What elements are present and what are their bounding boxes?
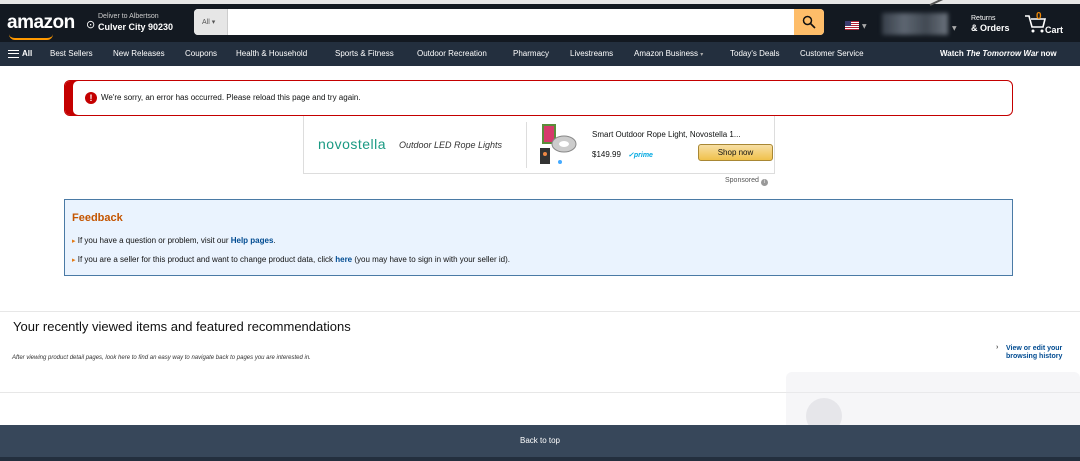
- orders-label: & Orders: [971, 23, 1010, 33]
- us-flag-icon[interactable]: [845, 21, 859, 30]
- business-caret-icon: ▾: [700, 52, 704, 58]
- nav-promo[interactable]: Watch The Tomorrow War now: [940, 49, 1057, 58]
- feedback-line-help: ▸ If you have a question or problem, vis…: [72, 236, 276, 245]
- nav-item-coupons[interactable]: Coupons: [185, 49, 217, 58]
- account-menu-blurred[interactable]: [882, 13, 948, 35]
- feedback-box: Feedback ▸ If you have a question or pro…: [64, 199, 1013, 276]
- cart-button[interactable]: 0 Cart: [1024, 11, 1063, 38]
- deliver-location: Culver City 90230: [98, 22, 174, 32]
- nav-item-best-sellers[interactable]: Best Sellers: [50, 49, 93, 58]
- cart-label: Cart: [1045, 25, 1064, 35]
- brand-logo[interactable]: novostella: [318, 136, 386, 152]
- top-nav: amazon ⊙ Deliver to Albertson Culver Cit…: [0, 0, 1080, 42]
- ad-divider: [526, 122, 527, 168]
- search-icon: [802, 15, 816, 29]
- ad-tagline: Outdoor LED Rope Lights: [399, 140, 503, 150]
- nav-item-outdoor[interactable]: Outdoor Recreation: [417, 49, 487, 58]
- nav-all[interactable]: All: [22, 49, 32, 58]
- search-bar: All ▾: [194, 9, 824, 35]
- hamburger-menu-icon[interactable]: [8, 50, 19, 58]
- ad-product-title[interactable]: Smart Outdoor Rope Light, Novostella 1..…: [592, 130, 741, 139]
- browsing-history-link[interactable]: View or edit your browsing history: [996, 344, 1066, 361]
- prime-badge: ✓prime: [628, 152, 653, 159]
- logo-smile-icon: [9, 34, 53, 40]
- error-message: We're sorry, an error has occurred. Plea…: [101, 93, 361, 102]
- product-image[interactable]: [536, 122, 580, 168]
- language-caret-icon[interactable]: ▼: [862, 23, 867, 30]
- nav-item-customer-service[interactable]: Customer Service: [800, 49, 864, 58]
- error-icon: !: [85, 92, 97, 104]
- cart-count: 0: [1036, 11, 1042, 22]
- returns-orders-link[interactable]: Returns & Orders: [971, 15, 1010, 33]
- account-caret-icon[interactable]: ▼: [952, 25, 957, 32]
- ad-price: $149.99: [592, 150, 621, 159]
- nav-item-amazon-business[interactable]: Amazon Business ▾: [634, 49, 703, 58]
- bullet-icon: ▸: [72, 257, 76, 264]
- returns-label: Returns: [971, 15, 996, 22]
- nav-item-health[interactable]: Health & Household: [236, 49, 307, 58]
- bullet-icon: ▸: [72, 238, 76, 245]
- nav-item-pharmacy[interactable]: Pharmacy: [513, 49, 549, 58]
- nav-item-livestreams[interactable]: Livestreams: [570, 49, 613, 58]
- search-input[interactable]: [229, 9, 792, 35]
- sponsored-label[interactable]: Sponsored i: [725, 177, 768, 186]
- feedback-title: Feedback: [72, 212, 123, 224]
- section-divider: [0, 311, 1080, 312]
- nav-item-todays-deals[interactable]: Today's Deals: [730, 49, 780, 58]
- deliver-label: Deliver to Albertson: [98, 13, 159, 20]
- recently-viewed-title: Your recently viewed items and featured …: [13, 319, 351, 334]
- search-button[interactable]: [794, 9, 824, 35]
- shop-now-button[interactable]: Shop now: [698, 144, 773, 161]
- error-alert: ! We're sorry, an error has occurred. Pl…: [64, 80, 1013, 116]
- info-icon[interactable]: i: [760, 179, 768, 186]
- sub-nav: All Best Sellers New Releases Coupons He…: [0, 42, 1080, 66]
- nav-item-sports[interactable]: Sports & Fitness: [335, 49, 394, 58]
- back-to-top-button[interactable]: Back to top: [0, 425, 1080, 461]
- footer-strip: [0, 457, 1080, 461]
- sponsored-ad[interactable]: novostella Outdoor LED Rope Lights Smart…: [303, 116, 775, 174]
- feedback-line-seller: ▸ If you are a seller for this product a…: [72, 255, 510, 264]
- help-pages-link[interactable]: Help pages: [231, 236, 274, 245]
- seller-here-link[interactable]: here: [335, 255, 352, 264]
- recently-viewed-subtitle: After viewing product detail pages, look…: [12, 355, 311, 361]
- amazon-logo[interactable]: amazon: [7, 12, 75, 34]
- location-pin-icon: ⊙: [86, 18, 96, 31]
- search-category-select[interactable]: All ▾: [194, 9, 228, 35]
- nav-item-new-releases[interactable]: New Releases: [113, 49, 165, 58]
